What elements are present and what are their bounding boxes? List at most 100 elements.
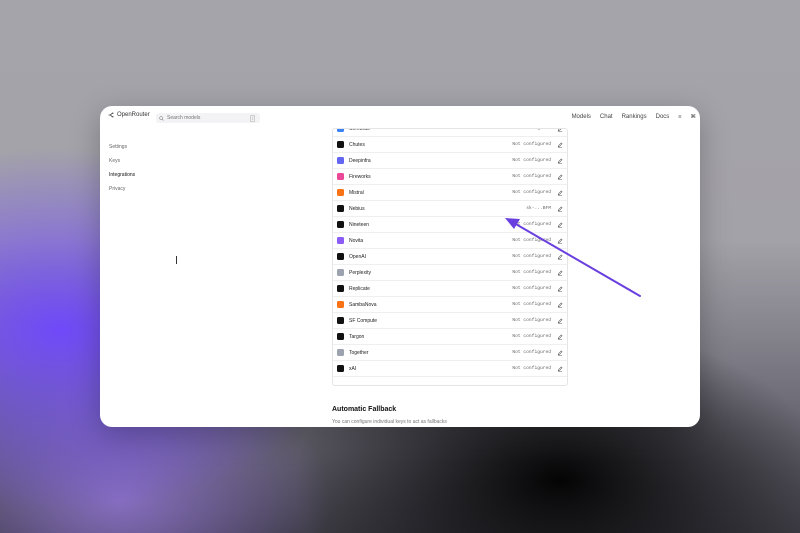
provider-name: SF Compute: [349, 317, 378, 324]
provider-row[interactable]: Mistral Not configured: [333, 185, 567, 201]
edit-icon[interactable]: [557, 142, 563, 148]
mistral-icon: [337, 189, 344, 196]
cerebras-icon: [337, 129, 344, 132]
provider-row[interactable]: Perplexity Not configured: [333, 265, 567, 281]
user-menu-icon[interactable]: ⌘: [691, 114, 697, 120]
brand-logo[interactable]: OpenRouter: [108, 112, 150, 118]
search-icon: [159, 115, 164, 121]
fireworks-icon: [337, 173, 344, 180]
provider-row[interactable]: Together Not configured: [333, 345, 567, 361]
edit-icon[interactable]: [557, 190, 563, 196]
provider-row[interactable]: Targon Not configured: [333, 329, 567, 345]
app-window: OpenRouter / Models Chat Rankings Docs ≡…: [100, 106, 700, 427]
sfcompute-icon: [337, 317, 344, 324]
settings-sidebar: Settings Keys Integrations Privacy: [109, 143, 135, 199]
chutes-icon: [337, 141, 344, 148]
provider-name: Fireworks: [349, 173, 371, 180]
brand-name: OpenRouter: [117, 112, 150, 118]
edit-icon[interactable]: [557, 254, 563, 260]
provider-status: Not configured: [512, 334, 551, 339]
provider-name: xAI: [349, 365, 357, 372]
search-shortcut-key: /: [250, 114, 256, 122]
provider-status: Not configured: [512, 302, 551, 307]
edit-icon[interactable]: [557, 318, 563, 324]
openrouter-logo-icon: [108, 112, 114, 118]
provider-status: Not configured: [512, 286, 551, 291]
together-icon: [337, 349, 344, 356]
sidebar-item-settings[interactable]: Settings: [109, 143, 135, 157]
edit-icon[interactable]: [557, 270, 563, 276]
provider-list: Cerebras Not configured Chutes Not configur…: [332, 128, 568, 386]
sambanova-icon: [337, 301, 344, 308]
sidebar-item-privacy[interactable]: Privacy: [109, 185, 135, 199]
provider-row[interactable]: Cerebras Not configured: [333, 128, 567, 137]
provider-status: Not configured: [512, 238, 551, 243]
provider-row[interactable]: OpenAI Not configured: [333, 249, 567, 265]
text-cursor: [176, 256, 177, 264]
provider-row[interactable]: Fireworks Not configured: [333, 169, 567, 185]
provider-row[interactable]: Nebius sk-...BFM: [333, 201, 567, 217]
provider-status: Not configured: [512, 254, 551, 259]
edit-icon[interactable]: [557, 222, 563, 228]
openai-icon: [337, 253, 344, 260]
provider-name: OpenAI: [349, 253, 366, 260]
menu-icon[interactable]: ≡: [678, 114, 681, 120]
search-input[interactable]: [167, 114, 247, 122]
nav-chat[interactable]: Chat: [600, 114, 613, 120]
edit-icon[interactable]: [557, 334, 563, 340]
edit-icon[interactable]: [557, 206, 563, 212]
provider-row[interactable]: SambaNova Not configured: [333, 297, 567, 313]
provider-name: Perplexity: [349, 269, 371, 276]
nav-models[interactable]: Models: [572, 114, 591, 120]
provider-status: Not configured: [512, 190, 551, 195]
provider-name: Targon: [349, 333, 365, 340]
provider-status: Not configured: [512, 350, 551, 355]
edit-icon[interactable]: [557, 302, 563, 308]
edit-icon[interactable]: [557, 158, 563, 164]
edit-icon[interactable]: [557, 128, 563, 132]
provider-row[interactable]: Novita Not configured: [333, 233, 567, 249]
edit-icon[interactable]: [557, 238, 563, 244]
targon-icon: [337, 333, 344, 340]
provider-name: Replicate: [349, 285, 370, 292]
edit-icon[interactable]: [557, 286, 563, 292]
edit-icon[interactable]: [557, 350, 563, 356]
provider-status: Not configured: [512, 270, 551, 275]
provider-row[interactable]: Chutes Not configured: [333, 137, 567, 153]
edit-icon[interactable]: [557, 174, 563, 180]
nav-rankings[interactable]: Rankings: [622, 114, 647, 120]
provider-status: Not configured: [512, 174, 551, 179]
sidebar-item-keys[interactable]: Keys: [109, 157, 135, 171]
provider-name: Cerebras: [349, 128, 370, 132]
replicate-icon: [337, 285, 344, 292]
nav-docs[interactable]: Docs: [656, 114, 670, 120]
xai-icon: [337, 365, 344, 372]
provider-name: Chutes: [349, 141, 365, 148]
provider-status: Not configured: [512, 222, 551, 227]
provider-row[interactable]: SF Compute Not configured: [333, 313, 567, 329]
provider-status: Not configured: [512, 318, 551, 323]
provider-row[interactable]: Deepinfra Not configured: [333, 153, 567, 169]
provider-name: Mistral: [349, 189, 364, 196]
provider-row[interactable]: xAI Not configured: [333, 361, 567, 377]
section-description: You can configure individual keys to act…: [332, 419, 447, 425]
provider-row[interactable]: Nineteen Not configured: [333, 217, 567, 233]
provider-status: Not configured: [512, 366, 551, 371]
provider-status: Not configured: [512, 128, 551, 131]
novita-icon: [337, 237, 344, 244]
nineteen-icon: [337, 221, 344, 228]
perplexity-icon: [337, 269, 344, 276]
provider-name: Novita: [349, 237, 364, 244]
search-box[interactable]: /: [156, 113, 260, 123]
provider-name: Together: [349, 349, 369, 356]
top-nav-bar: OpenRouter / Models Chat Rankings Docs ≡…: [100, 106, 700, 130]
provider-name: Deepinfra: [349, 157, 371, 164]
provider-name: Nineteen: [349, 221, 370, 228]
provider-status: Not configured: [512, 142, 551, 147]
edit-icon[interactable]: [557, 366, 563, 372]
provider-row[interactable]: Replicate Not configured: [333, 281, 567, 297]
main-nav: Models Chat Rankings Docs ≡ ⌘: [572, 114, 696, 120]
sidebar-item-integrations[interactable]: Integrations: [109, 171, 135, 185]
provider-status: sk-...BFM: [526, 206, 551, 211]
provider-status: Not configured: [512, 158, 551, 163]
